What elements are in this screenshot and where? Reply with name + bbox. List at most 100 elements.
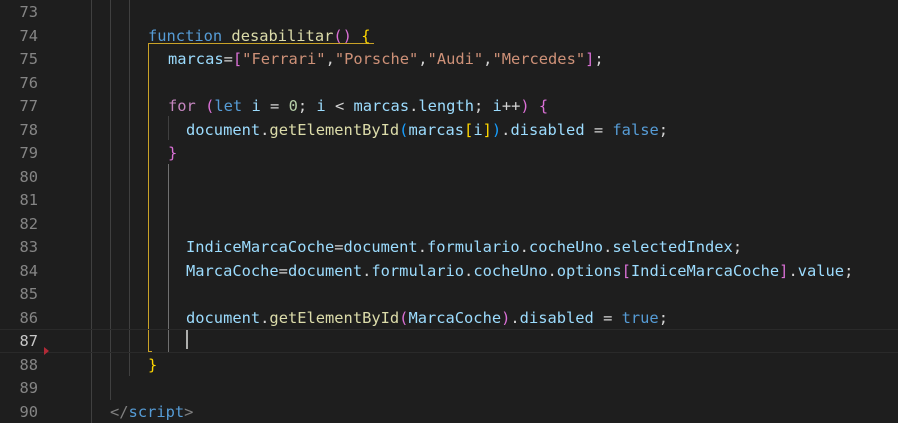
line-number: 74 [19,26,38,45]
line-number: 75 [19,50,38,68]
line-number: 85 [19,285,38,303]
code-line[interactable]: 85 [0,282,898,306]
code-token: desabilitar [231,26,334,45]
code-token: ; [844,261,854,280]
code-token: IndiceMarcaCoche [186,238,335,256]
code-token: , [418,50,428,68]
line-code: } [168,141,177,165]
code-token: marcas [168,50,224,68]
code-token: . [362,261,372,280]
code-token: } [148,355,158,374]
code-token: "Mercedes" [492,50,586,68]
code-token: ] [482,120,492,139]
code-token: ; [658,120,669,139]
code-line[interactable]: 80 [0,165,898,189]
code-token: . [788,261,798,280]
line-code: } [148,353,157,377]
code-token: IndiceMarcaCoche [630,261,780,280]
code-token: function [148,26,223,45]
code-token: = [260,97,289,115]
line-number: 80 [19,167,38,186]
code-line[interactable]: 90 </script> [0,400,898,423]
code-token: options [556,261,622,280]
line-number: 77 [19,97,38,115]
code-token: value [797,261,845,280]
code-token: true [621,308,659,327]
code-token: > [184,402,194,421]
code-line[interactable]: 82 [0,212,898,236]
code-token: . [519,238,529,256]
code-line[interactable]: 81 [0,188,898,212]
code-token: disabled [519,308,594,327]
code-line[interactable]: 83 IndiceMarcaCoche=document.formulario.c… [0,235,898,259]
code-token: for [168,97,196,115]
code-token: ) [491,120,502,139]
code-token: . [464,261,474,280]
code-line[interactable]: 79} [0,141,898,165]
code-token: script [128,402,185,421]
code-token: getElementById [269,308,400,327]
line-number: 78 [19,120,38,139]
code-token: document [287,261,363,280]
code-editor[interactable]: 73 74 function desabilitar() {75 marcas=["F… [0,0,898,423]
code-token: cocheUno [528,238,604,256]
code-token: i [251,97,261,115]
code-token: i [473,120,483,139]
code-token: i [492,97,502,115]
code-token: . [603,238,613,256]
code-token: length [418,97,474,115]
breakpoint-hint-icon[interactable] [44,347,49,355]
line-number: 84 [19,261,38,280]
line-code: marcas=["Ferrari","Porsche","Audi","Merc… [168,47,604,71]
code-line[interactable]: 86 document.getElementById(MarcaCoche).di… [0,306,898,330]
code-line[interactable]: 77 for (let i = 0; i < marcas.length; i++… [0,94,898,118]
code-token: selectedIndex [612,238,733,256]
code-token: MarcaCoche [186,261,279,280]
code-token: = [593,308,622,327]
code-token: "Porsche" [334,50,419,68]
code-token: = [223,50,233,68]
code-line[interactable]: 88} [0,353,898,377]
line-code: for (let i = 0; i < marcas.length; i++) … [168,94,548,118]
line-number: 73 [19,3,38,21]
code-token: let [214,97,243,115]
code-token: . [547,261,557,280]
line-number: 89 [19,379,38,397]
text-cursor [186,330,188,349]
code-token: cocheUno [473,261,548,280]
code-line[interactable]: 87 [0,329,898,353]
code-token: . [510,308,520,327]
line-code: document.getElementById(marcas[i]).disab… [186,118,668,142]
line-number: 82 [19,214,38,233]
code-token: 0 [288,97,298,115]
code-line[interactable]: 89 [0,376,898,400]
code-token: ++ [501,97,521,115]
code-line[interactable]: 74 function desabilitar() { [0,24,898,48]
code-token: ( [205,97,215,115]
code-line[interactable]: 84 MarcaCoche=document.formulario.cocheUn… [0,259,898,283]
code-token: marcas [408,120,465,139]
code-token: . [409,97,419,115]
code-token: [ [621,261,631,280]
code-token: disabled [510,120,585,139]
code-token: getElementById [269,120,400,139]
code-token: document [186,120,261,139]
code-token: < [325,97,354,115]
code-token: document [343,238,418,256]
code-line[interactable]: 76 [0,71,898,95]
line-number: 79 [19,144,38,162]
line-code: function desabilitar() { [148,24,370,48]
code-token: "Audi" [427,50,484,68]
code-token: [ [464,120,474,139]
code-token: ) [520,97,530,115]
code-token: { [361,26,371,45]
line-number: 90 [19,402,38,421]
code-line[interactable]: 75 marcas=["Ferrari","Porsche","Audi","Me… [0,47,898,71]
code-token: [ [232,50,243,68]
code-line[interactable]: 78 document.getElementById(marcas[i]).dis… [0,118,898,142]
code-line[interactable]: 73 [0,0,898,24]
code-token: ; [658,308,668,327]
